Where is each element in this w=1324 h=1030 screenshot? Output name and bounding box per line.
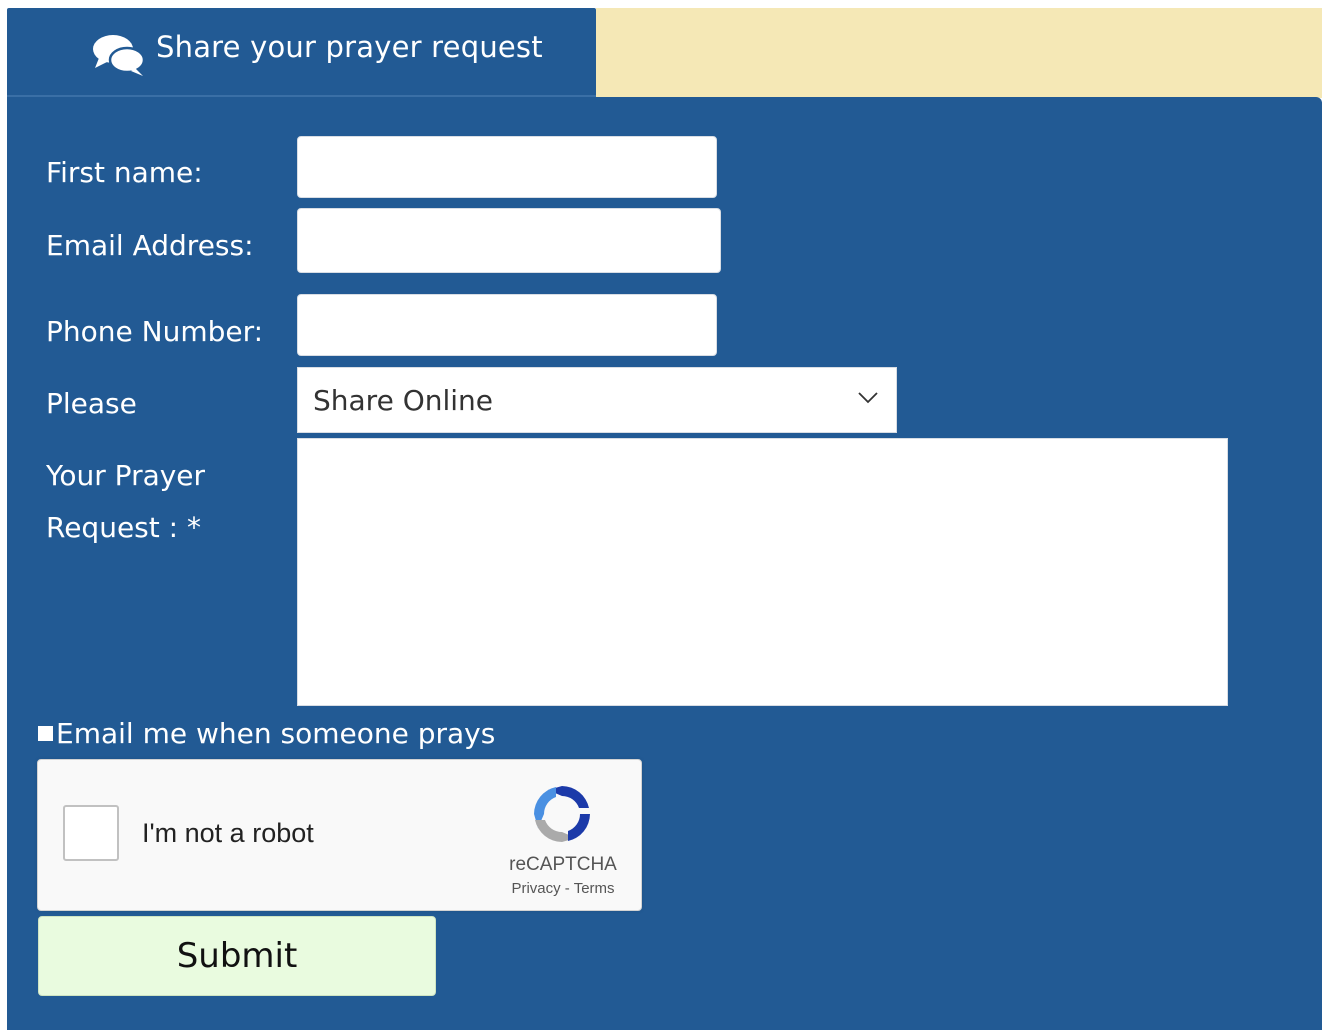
recaptcha-label: I'm not a robot [142, 818, 314, 848]
recaptcha-privacy-link[interactable]: Privacy [511, 880, 560, 897]
email-notify-checkbox[interactable] [38, 726, 53, 741]
email-input[interactable] [297, 208, 721, 273]
submit-button[interactable]: Submit [38, 916, 436, 996]
form-tab: Share your prayer request [7, 8, 596, 96]
recaptcha-brand: reCAPTCHA [509, 854, 617, 875]
share-option-label: Please [46, 387, 137, 420]
page: Share your prayer request First name: Em… [0, 0, 1324, 1030]
chevron-down-icon [858, 392, 878, 404]
share-option-value: Share Online [313, 384, 494, 417]
recaptcha-widget: I'm not a robot reCAPTCHA Privacy - Term… [37, 759, 642, 911]
recaptcha-links-separator: - [560, 880, 574, 897]
recaptcha-checkbox[interactable] [63, 805, 119, 861]
chat-bubbles-icon [93, 35, 146, 76]
first-name-label: First name: [46, 156, 203, 189]
recaptcha-logo-icon [534, 786, 590, 842]
recaptcha-terms-link[interactable]: Terms [574, 880, 615, 897]
prayer-request-label-line1: Your Prayer [46, 459, 206, 492]
phone-label: Phone Number: [46, 315, 264, 348]
email-label: Email Address: [46, 229, 254, 262]
page-title: Share your prayer request [156, 30, 543, 64]
share-option-select[interactable]: Share Online [297, 367, 897, 433]
prayer-request-label-line2: Request : * [46, 511, 201, 544]
recaptcha-links: Privacy - Terms [488, 880, 638, 897]
first-name-input[interactable] [297, 136, 717, 198]
email-notify-label: Email me when someone prays [56, 717, 496, 750]
top-band [596, 8, 1322, 98]
phone-input[interactable] [297, 294, 717, 356]
prayer-request-textarea[interactable] [297, 438, 1228, 706]
